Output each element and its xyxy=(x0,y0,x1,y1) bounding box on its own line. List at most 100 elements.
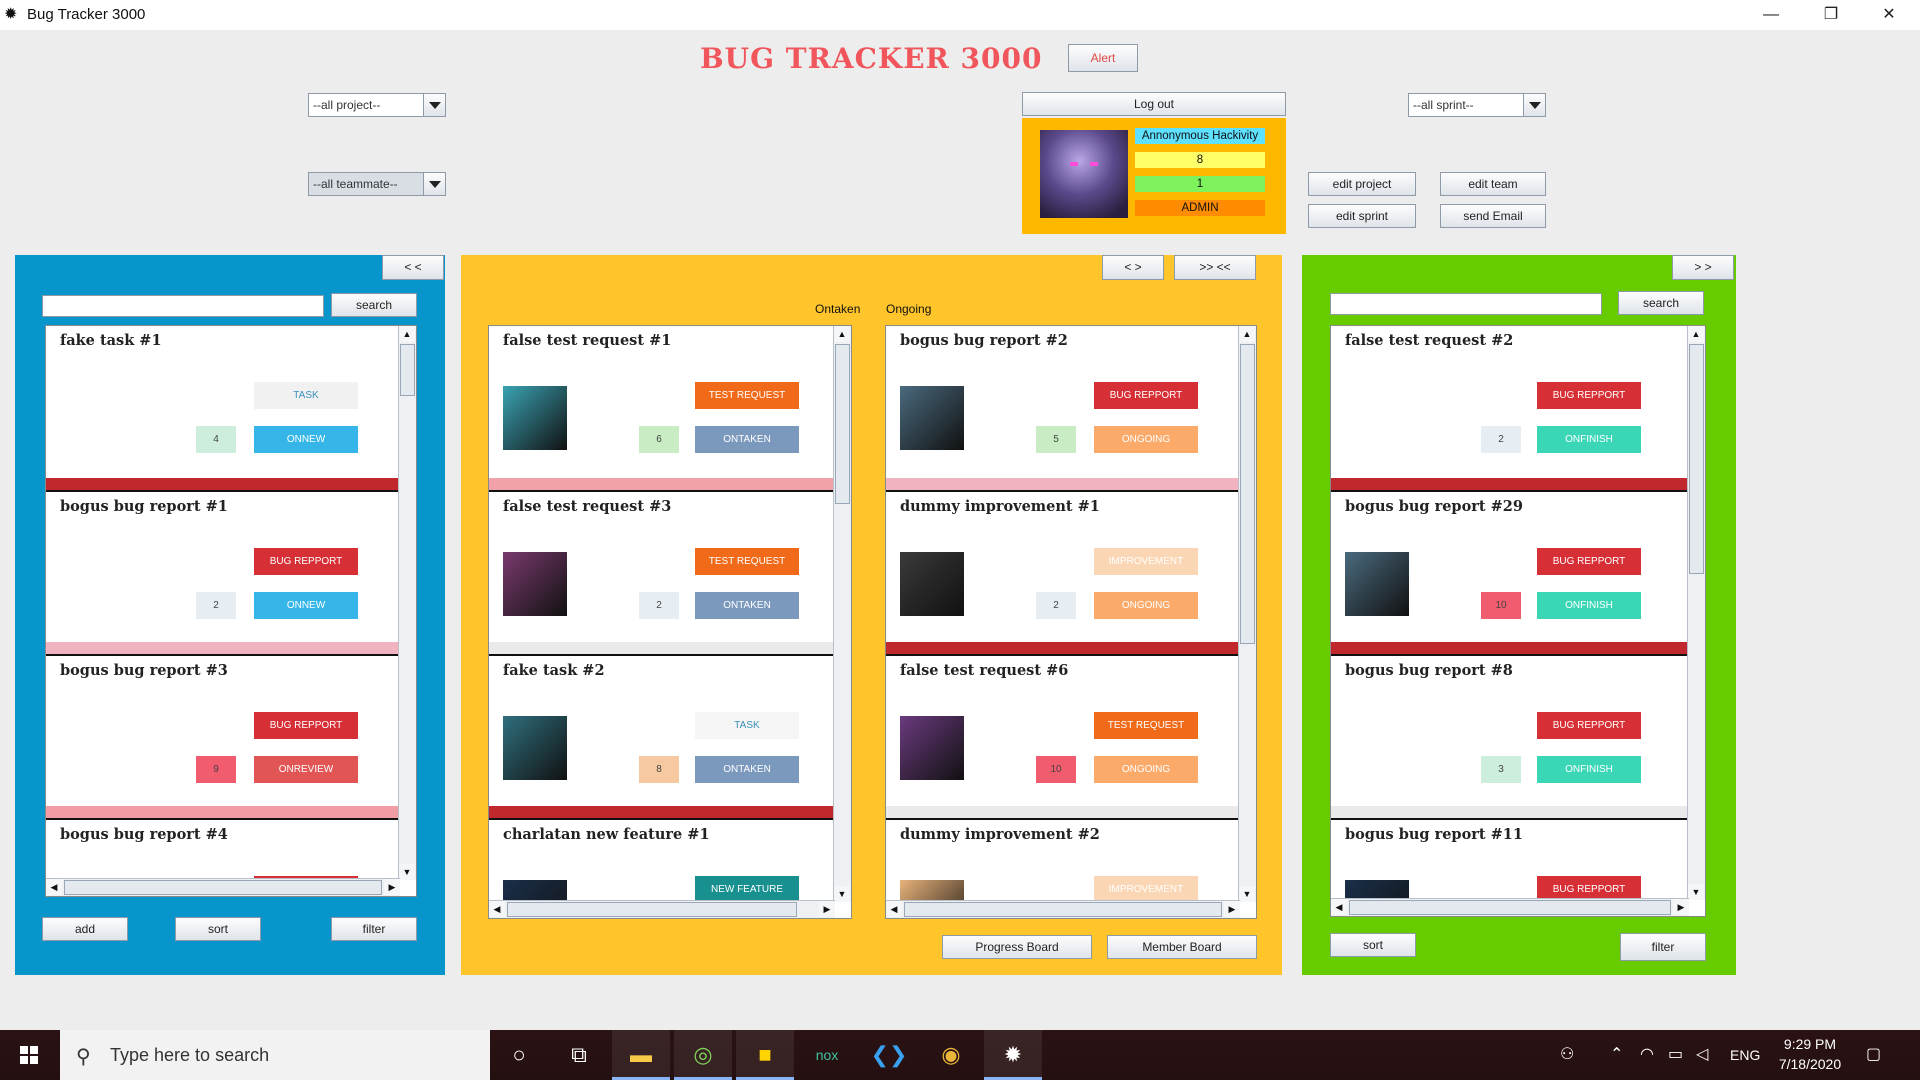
battery-icon[interactable]: ▭ xyxy=(1668,1030,1683,1080)
chevron-down-icon[interactable] xyxy=(1523,94,1545,116)
collapse-right-button[interactable]: > > xyxy=(1672,255,1734,280)
scroll-thumb[interactable] xyxy=(64,880,382,895)
scroll-thumb[interactable] xyxy=(1689,344,1704,574)
left-filter-button[interactable]: filter xyxy=(331,917,417,941)
file-explorer-icon[interactable]: ▬ xyxy=(612,1030,670,1080)
scroll-thumb[interactable] xyxy=(400,344,415,396)
send-email-button[interactable]: send Email xyxy=(1440,204,1546,228)
task-card[interactable]: false test request #2 BUG REPPORT 2 ONFINIS… xyxy=(1331,326,1705,490)
task-card[interactable]: fake task #1 TASK 4 ONNEW xyxy=(46,326,416,490)
left-sort-button[interactable]: sort xyxy=(175,917,261,941)
ontaken-horizontal-scrollbar[interactable]: ◀ ▶ xyxy=(489,900,835,918)
vscode-icon[interactable]: ❮❯ xyxy=(860,1030,918,1080)
scroll-down-icon[interactable]: ▼ xyxy=(1239,886,1255,902)
scroll-up-icon[interactable]: ▲ xyxy=(1239,326,1255,342)
task-card[interactable]: bogus bug report #8 BUG REPPORT 3 ONFINISH xyxy=(1331,654,1705,818)
left-card-list[interactable]: fake task #1 TASK 4 ONNEW bogus bug report #… xyxy=(45,325,417,897)
right-vertical-scrollbar[interactable]: ▲ ▼ xyxy=(1687,326,1705,900)
right-sort-button[interactable]: sort xyxy=(1330,933,1416,957)
right-search-button[interactable]: search xyxy=(1618,291,1704,315)
card-stripe xyxy=(46,806,416,818)
expand-button[interactable]: >> << xyxy=(1174,255,1256,280)
minimize-button[interactable]: — xyxy=(1748,0,1794,30)
notifications-icon[interactable]: ▢ xyxy=(1866,1030,1881,1080)
wifi-icon[interactable]: ◠ xyxy=(1640,1030,1654,1080)
teammate-select[interactable]: --all teammate-- xyxy=(308,172,446,196)
scroll-down-icon[interactable]: ▼ xyxy=(834,886,850,902)
task-view-icon[interactable]: ⧉ xyxy=(550,1030,608,1080)
clock[interactable]: 9:29 PM 7/18/2020 xyxy=(1770,1034,1850,1074)
cortana-icon[interactable]: ○ xyxy=(490,1030,548,1080)
scroll-right-icon[interactable]: ▶ xyxy=(1673,899,1689,915)
language-indicator[interactable]: ENG xyxy=(1730,1030,1760,1080)
nox-icon[interactable]: nox xyxy=(798,1030,856,1080)
task-card[interactable]: fake task #2 TASK 8 ONTAKEN xyxy=(489,654,851,818)
task-card[interactable]: bogus bug report #29 BUG REPPORT 10 ONFINIS… xyxy=(1331,490,1705,654)
task-card[interactable]: bogus bug report #3 BUG REPPORT 9 ONREVIEW xyxy=(46,654,416,818)
scroll-right-icon[interactable]: ▶ xyxy=(819,901,835,917)
scroll-left-icon[interactable]: ◀ xyxy=(489,901,505,917)
sticky-notes-icon[interactable]: ■ xyxy=(736,1030,794,1080)
bug-tracker-taskbar-icon[interactable]: ✹ xyxy=(984,1030,1042,1080)
edit-team-button[interactable]: edit team xyxy=(1440,172,1546,196)
task-card-title: dummy improvement #2 xyxy=(900,826,1100,843)
scroll-thumb[interactable] xyxy=(835,344,850,504)
task-card[interactable]: false test request #3 TEST REQUEST 2 ONTAKE… xyxy=(489,490,851,654)
task-card[interactable]: false test request #6 TEST REQUEST 10 ONGOI… xyxy=(886,654,1256,818)
close-button[interactable]: ✕ xyxy=(1866,0,1912,30)
taskbar-search[interactable]: ⚲ Type here to search xyxy=(60,1030,490,1080)
app-icon[interactable]: ◎ xyxy=(674,1030,732,1080)
left-search-button[interactable]: search xyxy=(331,293,417,317)
task-card[interactable]: false test request #1 TEST REQUEST 6 ONTAKE… xyxy=(489,326,851,490)
maximize-button[interactable]: ❐ xyxy=(1808,0,1854,30)
volume-icon[interactable]: ◁ xyxy=(1696,1030,1708,1080)
people-icon[interactable]: ⚇ xyxy=(1560,1030,1574,1080)
right-card-list[interactable]: false test request #2 BUG REPPORT 2 ONFINIS… xyxy=(1330,325,1706,917)
ongoing-horizontal-scrollbar[interactable]: ◀ ▶ xyxy=(886,900,1240,918)
scroll-up-icon[interactable]: ▲ xyxy=(399,326,415,342)
chrome-icon[interactable]: ◉ xyxy=(922,1030,980,1080)
alert-button[interactable]: Alert xyxy=(1068,44,1138,72)
scroll-right-icon[interactable]: ▶ xyxy=(1224,901,1240,917)
edit-project-button[interactable]: edit project xyxy=(1308,172,1416,196)
left-horizontal-scrollbar[interactable]: ◀ ▶ xyxy=(46,878,400,896)
member-board-button[interactable]: Member Board xyxy=(1107,935,1257,959)
chevron-up-icon[interactable]: ⌃ xyxy=(1610,1030,1623,1080)
right-filter-button[interactable]: filter xyxy=(1620,933,1706,961)
windows-start-icon[interactable] xyxy=(0,1030,60,1080)
add-button[interactable]: add xyxy=(42,917,128,941)
scroll-thumb[interactable] xyxy=(1240,344,1255,644)
task-card[interactable]: bogus bug report #1 BUG REPPORT 2 ONNEW xyxy=(46,490,416,654)
scroll-thumb[interactable] xyxy=(507,902,797,917)
scroll-left-icon[interactable]: ◀ xyxy=(1331,899,1347,915)
scroll-left-icon[interactable]: ◀ xyxy=(886,901,902,917)
sprint-select[interactable]: --all sprint-- xyxy=(1408,93,1546,117)
scroll-right-icon[interactable]: ▶ xyxy=(384,879,400,895)
project-select[interactable]: --all project-- xyxy=(308,93,446,117)
edit-sprint-button[interactable]: edit sprint xyxy=(1308,204,1416,228)
ontaken-vertical-scrollbar[interactable]: ▲ ▼ xyxy=(833,326,851,902)
scroll-down-icon[interactable]: ▼ xyxy=(1688,884,1704,900)
scroll-left-icon[interactable]: ◀ xyxy=(46,879,62,895)
scroll-thumb[interactable] xyxy=(1349,900,1671,915)
progress-board-button[interactable]: Progress Board xyxy=(942,935,1092,959)
scroll-down-icon[interactable]: ▼ xyxy=(399,864,415,880)
ongoing-card-list[interactable]: bogus bug report #2 BUG REPPORT 5 ONGOING du… xyxy=(885,325,1257,919)
right-horizontal-scrollbar[interactable]: ◀ ▶ xyxy=(1331,898,1689,916)
scroll-thumb[interactable] xyxy=(904,902,1222,917)
right-search-input[interactable] xyxy=(1330,293,1602,315)
task-card[interactable]: dummy improvement #1 IMPROVEMENT 2 ONGOING xyxy=(886,490,1256,654)
logout-button[interactable]: Log out xyxy=(1022,92,1286,116)
chevron-down-icon[interactable] xyxy=(423,94,445,116)
ontaken-card-list[interactable]: false test request #1 TEST REQUEST 6 ONTAKE… xyxy=(488,325,852,919)
chevron-down-icon[interactable] xyxy=(423,173,445,195)
scroll-up-icon[interactable]: ▲ xyxy=(1688,326,1704,342)
left-vertical-scrollbar[interactable]: ▲ ▼ xyxy=(398,326,416,880)
task-card[interactable]: bogus bug report #2 BUG REPPORT 5 ONGOING xyxy=(886,326,1256,490)
ongoing-vertical-scrollbar[interactable]: ▲ ▼ xyxy=(1238,326,1256,902)
ongoing-label: Ongoing xyxy=(886,302,932,316)
scroll-up-icon[interactable]: ▲ xyxy=(834,326,850,342)
shift-left-button[interactable]: < > xyxy=(1102,255,1164,280)
left-search-input[interactable] xyxy=(42,295,324,317)
collapse-left-button[interactable]: < < xyxy=(382,255,444,280)
